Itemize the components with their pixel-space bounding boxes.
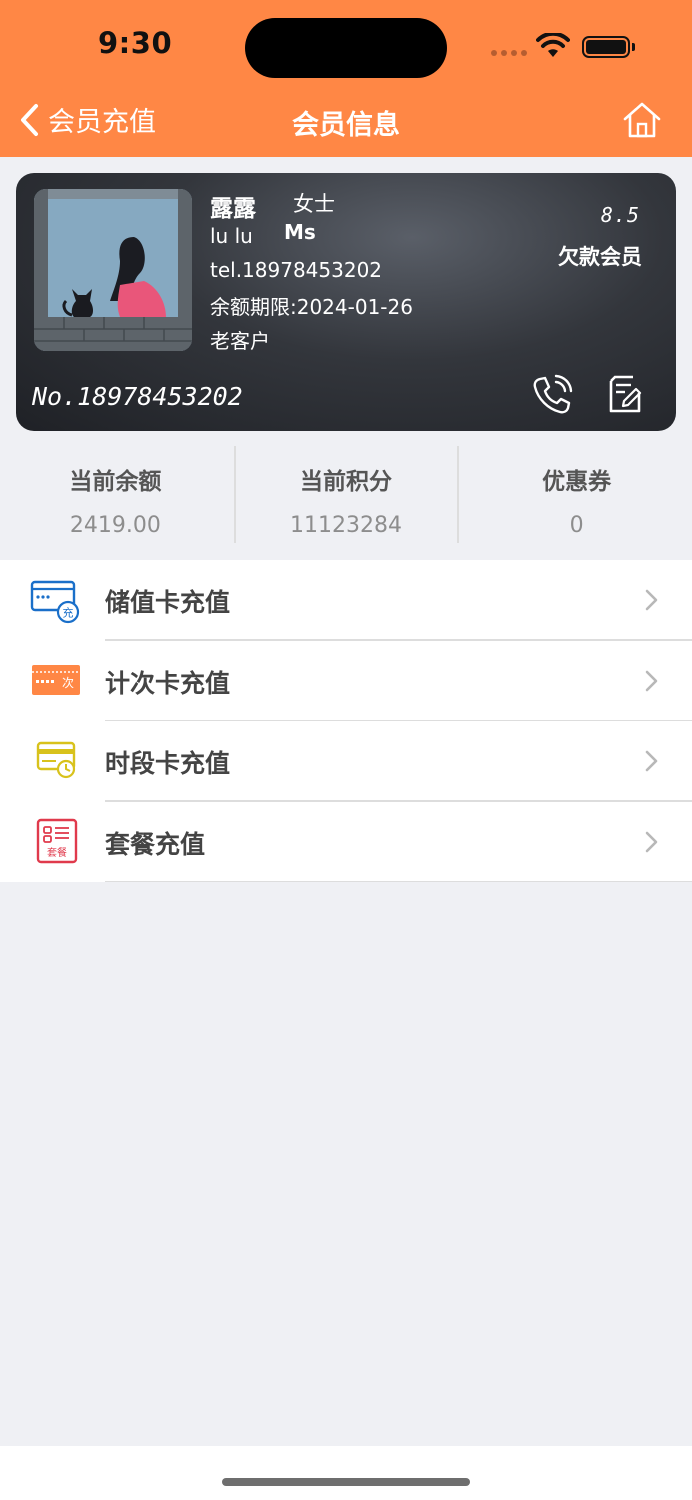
member-level: 欠款会员: [558, 245, 642, 269]
stat-label: 优惠券: [542, 469, 612, 495]
divider: [234, 446, 236, 543]
menu-item-stored-value[interactable]: 充 储值卡充值: [0, 560, 692, 641]
member-gender: 女士: [293, 192, 335, 216]
member-english-name: lu lu: [210, 224, 253, 248]
dynamic-island: [245, 18, 447, 78]
home-icon: [623, 102, 661, 138]
card-number: No.18978453202: [32, 382, 243, 411]
stored-value-card-icon: 充: [30, 580, 80, 624]
chevron-right-icon: [645, 589, 658, 611]
divider: [457, 446, 459, 543]
stat-value: 2419.00: [69, 513, 161, 538]
member-name: 露露: [210, 196, 256, 222]
menu-item-label: 储值卡充值: [105, 588, 231, 617]
top-bar: 9:30 会员充值 会员信息: [0, 0, 692, 157]
count-card-icon: 次: [32, 664, 80, 695]
stat-value: 11123284: [290, 513, 402, 538]
customer-tag: 老客户: [210, 329, 270, 353]
row-divider: [105, 880, 692, 882]
edit-member-button[interactable]: [603, 373, 647, 421]
member-phone: tel.18978453202: [210, 258, 383, 282]
svg-text:套餐: 套餐: [47, 846, 67, 859]
menu-item-period-card[interactable]: 时段卡充值: [0, 721, 692, 802]
svg-text:次: 次: [62, 676, 74, 690]
menu-item-label: 套餐充值: [105, 829, 206, 859]
menu-item-count-card[interactable]: 次 计次卡充值: [0, 641, 692, 721]
stat-value: 0: [569, 513, 584, 538]
stat-label: 当前余额: [69, 469, 162, 495]
chevron-right-icon: [645, 750, 658, 772]
stat-balance[interactable]: 当前余额 2419.00: [0, 446, 231, 546]
status-time: 9:30: [98, 26, 173, 60]
home-button[interactable]: [622, 100, 662, 144]
edit-document-icon: [609, 375, 642, 413]
recharge-menu: 充 储值卡充值 次 计次卡充值 时段卡充值 套餐 套餐充值: [0, 560, 692, 882]
chevron-right-icon: [645, 670, 658, 691]
home-indicator[interactable]: [222, 1478, 470, 1486]
chevron-right-icon: [645, 831, 658, 852]
menu-item-package[interactable]: 套餐 套餐充值: [0, 802, 692, 882]
battery-icon: [582, 36, 635, 58]
discount-rate: 8.5: [600, 203, 640, 227]
stat-label: 当前积分: [300, 469, 392, 495]
menu-item-label: 时段卡充值: [105, 749, 231, 778]
call-button[interactable]: [530, 373, 574, 421]
menu-item-label: 计次卡充值: [105, 668, 231, 698]
period-card-icon: [36, 741, 76, 779]
svg-text:充: 充: [63, 606, 74, 620]
page-title: 会员信息: [292, 110, 400, 141]
stat-points[interactable]: 当前积分 11123284: [231, 446, 462, 546]
member-stats: 当前余额 2419.00 当前积分 11123284 优惠券 0: [0, 446, 692, 546]
member-avatar: [34, 189, 192, 351]
member-title: Ms: [284, 220, 316, 244]
package-icon: 套餐: [36, 818, 78, 863]
wifi-icon: [536, 33, 570, 57]
bottom-safe-area: [0, 1446, 692, 1500]
balance-expiry: 余额期限:2024-01-26: [210, 295, 413, 319]
stat-coupons[interactable]: 优惠券 0: [461, 446, 692, 546]
member-card: 露露 女士 lu lu Ms tel.18978453202 余额期限:2024…: [16, 173, 676, 431]
phone-icon: [533, 374, 573, 414]
cellular-signal-icon: [491, 50, 527, 56]
